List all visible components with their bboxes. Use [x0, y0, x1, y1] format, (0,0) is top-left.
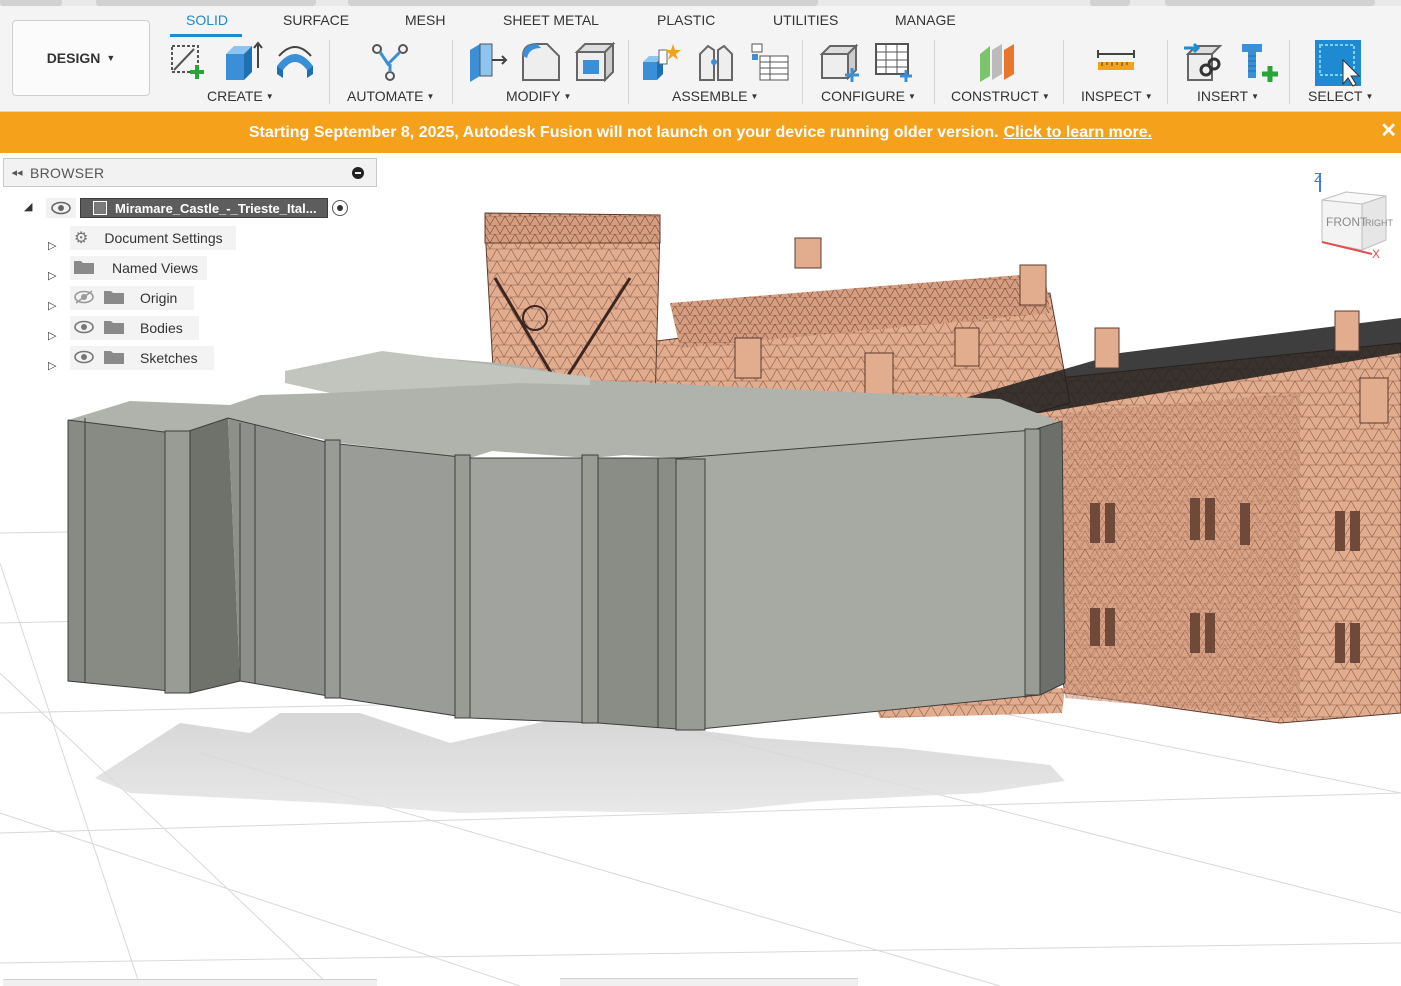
- configure-icon[interactable]: [818, 40, 862, 84]
- automate-group-label[interactable]: AUTOMATE ▼: [347, 88, 434, 104]
- tab-plastic[interactable]: PLASTIC: [657, 12, 715, 28]
- collapse-panel-icon[interactable]: ◂◂: [4, 166, 30, 179]
- browser-item-named-views[interactable]: Named Views: [70, 256, 207, 280]
- toolbar: DESIGN ▼ SOLID SURFACE MESH SHEET METAL …: [0, 6, 1401, 112]
- eye-icon[interactable]: [74, 320, 94, 337]
- configure-group-label[interactable]: CONFIGURE ▼: [821, 88, 916, 104]
- fusion-window: DESIGN ▼ SOLID SURFACE MESH SHEET METAL …: [0, 0, 1401, 986]
- navigation-bar[interactable]: [560, 978, 858, 986]
- create-sketch-icon[interactable]: [166, 40, 210, 84]
- folder-icon: [104, 349, 124, 367]
- workspace-label: DESIGN: [46, 50, 101, 66]
- extrude-icon[interactable]: [220, 40, 264, 84]
- eye-hidden-icon[interactable]: [74, 289, 94, 307]
- browser-item-bodies[interactable]: Bodies: [70, 316, 199, 340]
- shell-icon[interactable]: [573, 40, 617, 84]
- browser-title: BROWSER: [30, 164, 105, 181]
- select-icon[interactable]: [1313, 38, 1363, 88]
- tab-utilities[interactable]: UTILITIES: [773, 12, 838, 28]
- banner-close-icon[interactable]: ✕: [1380, 121, 1397, 141]
- component-icon: [93, 201, 107, 215]
- browser-root-node[interactable]: Miramare_Castle_-_Trieste_Ital...: [46, 196, 348, 220]
- panel-options-icon[interactable]: [352, 167, 364, 179]
- caret-down-icon: ▼: [106, 53, 116, 63]
- insert-derive-icon[interactable]: [1182, 40, 1226, 84]
- tab-solid[interactable]: SOLID: [186, 12, 228, 28]
- measure-icon[interactable]: [1094, 40, 1138, 84]
- active-tab-indicator: [170, 34, 242, 37]
- expand-icon[interactable]: ▷: [48, 233, 56, 257]
- browser-item-origin[interactable]: Origin: [70, 286, 194, 310]
- view-cube[interactable]: Z FRONT RIGHT X: [1310, 170, 1394, 261]
- press-pull-icon[interactable]: [466, 40, 510, 84]
- eye-icon[interactable]: [46, 198, 76, 218]
- folder-icon: [104, 289, 124, 307]
- gear-icon: ⚙: [74, 230, 89, 247]
- offset-plane-icon[interactable]: [976, 40, 1020, 84]
- browser-tree-icon[interactable]: [748, 40, 792, 84]
- insert-group-label[interactable]: INSERT ▼: [1197, 88, 1259, 104]
- joint-icon[interactable]: [694, 40, 738, 84]
- automate-icon[interactable]: [368, 40, 412, 84]
- tab-mesh[interactable]: MESH: [405, 12, 445, 28]
- folder-icon: [104, 319, 124, 337]
- browser-item-sketches[interactable]: Sketches: [70, 346, 214, 370]
- select-group-label[interactable]: SELECT ▼: [1308, 88, 1373, 104]
- front-face-label: FRONT: [1326, 215, 1368, 229]
- revolve-icon[interactable]: [273, 40, 317, 84]
- banner-message: Starting September 8, 2025, Autodesk Fus…: [248, 123, 999, 141]
- axis-x-label: X: [1372, 247, 1380, 260]
- expand-icon[interactable]: ▷: [48, 263, 56, 287]
- model-shadow: [95, 713, 1065, 813]
- model-scene[interactable]: [0, 153, 1401, 986]
- expand-icon[interactable]: ▷: [48, 293, 56, 317]
- root-document-label[interactable]: Miramare_Castle_-_Trieste_Ital...: [80, 198, 328, 218]
- workspace-switcher-button[interactable]: DESIGN ▼: [12, 20, 150, 96]
- configuration-table-icon[interactable]: [872, 40, 916, 84]
- folder-icon: [74, 259, 94, 277]
- solid-body[interactable]: [67, 351, 1066, 731]
- update-banner: Starting September 8, 2025, Autodesk Fus…: [0, 112, 1401, 153]
- root-collapse-icon[interactable]: ◢: [24, 200, 32, 213]
- expand-icon[interactable]: ▷: [48, 353, 56, 377]
- insert-mcmaster-icon[interactable]: [1236, 40, 1280, 84]
- browser-panel-header: ◂◂ BROWSER: [3, 158, 377, 187]
- right-face-label: RIGHT: [1365, 218, 1394, 228]
- banner-learn-more-link[interactable]: Click to learn more.: [1004, 124, 1153, 142]
- comments-panel-edge[interactable]: [3, 979, 377, 986]
- expand-icon[interactable]: ▷: [48, 323, 56, 347]
- canvas-viewport[interactable]: [0, 153, 1401, 986]
- tab-surface[interactable]: SURFACE: [283, 12, 349, 28]
- fillet-icon[interactable]: [519, 40, 563, 84]
- modify-group-label[interactable]: MODIFY ▼: [506, 88, 571, 104]
- browser-item-document-settings[interactable]: ⚙ Document Settings: [70, 226, 236, 250]
- construct-group-label[interactable]: CONSTRUCT ▼: [951, 88, 1050, 104]
- eye-icon[interactable]: [74, 350, 94, 367]
- tab-sheet-metal[interactable]: SHEET METAL: [503, 12, 599, 28]
- create-group-label[interactable]: CREATE ▼: [207, 88, 274, 104]
- assemble-group-label[interactable]: ASSEMBLE ▼: [672, 88, 758, 104]
- axis-z-label: Z: [1314, 170, 1322, 185]
- new-component-icon[interactable]: [639, 40, 683, 84]
- inspect-group-label[interactable]: INSPECT ▼: [1081, 88, 1153, 104]
- activate-radio[interactable]: [331, 200, 348, 216]
- tab-manage[interactable]: MANAGE: [895, 12, 956, 28]
